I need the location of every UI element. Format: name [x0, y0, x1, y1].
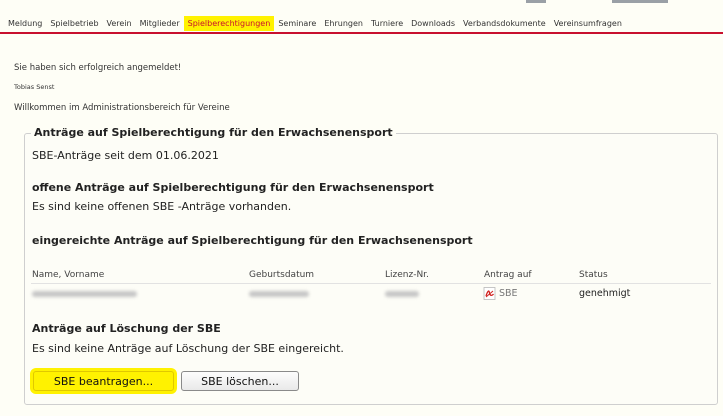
sbe-apply-button[interactable]: SBE beantragen...: [33, 371, 174, 391]
user-name: Tobias Senst: [14, 83, 55, 91]
sbe-panel: [24, 133, 718, 405]
nav-item-mitglieder[interactable]: Mitglieder: [136, 16, 184, 31]
nav-item-vereinsumfragen[interactable]: Vereinsumfragen: [550, 16, 626, 31]
nav-item-turniere[interactable]: Turniere: [367, 16, 407, 31]
nav-item-downloads[interactable]: Downloads: [407, 16, 459, 31]
pdf-icon[interactable]: [483, 287, 496, 300]
nav-item-spielberechtigungen[interactable]: Spielberechtigungen: [183, 15, 275, 31]
col-header-name: Name, Vorname: [32, 270, 105, 280]
login-success-message: Sie haben sich erfolgreich angemeldet!: [14, 63, 182, 73]
redacted-license: [385, 291, 419, 297]
since-text: SBE-Anträge seit dem 01.06.2021: [32, 149, 219, 162]
welcome-message: Willkommen im Administrationsbereich für…: [14, 103, 230, 113]
delete-heading: Anträge auf Löschung der SBE: [32, 322, 221, 335]
panel-legend: Anträge auf Spielberechtigung für den Er…: [31, 126, 396, 139]
main-nav: Meldung Spielbetrieb Verein Mitglieder S…: [0, 14, 723, 34]
top-strip: [0, 0, 723, 12]
submitted-heading: eingereichte Anträge auf Spielberechtigu…: [32, 234, 473, 247]
col-header-antrag: Antrag auf: [484, 270, 532, 280]
nav-item-label: Spielberechtigungen: [187, 18, 271, 28]
table-separator: [31, 283, 711, 284]
col-header-license: Lizenz-Nr.: [385, 270, 429, 280]
nav-item-verein[interactable]: Verein: [103, 16, 136, 31]
delete-text: Es sind keine Anträge auf Löschung der S…: [32, 342, 344, 355]
redacted-birthdate: [249, 291, 309, 297]
antrag-link[interactable]: SBE: [499, 288, 518, 299]
decor-line: [612, 0, 668, 3]
nav-item-verbandsdokumente[interactable]: Verbandsdokumente: [459, 16, 550, 31]
status-value: genehmigt: [579, 288, 631, 299]
nav-item-meldung[interactable]: Meldung: [0, 16, 46, 31]
sbe-delete-button[interactable]: SBE löschen...: [181, 371, 299, 391]
nav-item-spielbetrieb[interactable]: Spielbetrieb: [46, 16, 102, 31]
decor-line: [526, 0, 546, 3]
col-header-birthdate: Geburtsdatum: [249, 270, 315, 280]
open-heading: offene Anträge auf Spielberechtigung für…: [32, 181, 434, 194]
redacted-name: [32, 291, 137, 297]
nav-item-ehrungen[interactable]: Ehrungen: [320, 16, 367, 31]
col-header-status: Status: [579, 270, 608, 280]
nav-item-seminare[interactable]: Seminare: [274, 16, 320, 31]
open-text: Es sind keine offenen SBE -Anträge vorha…: [32, 200, 292, 213]
